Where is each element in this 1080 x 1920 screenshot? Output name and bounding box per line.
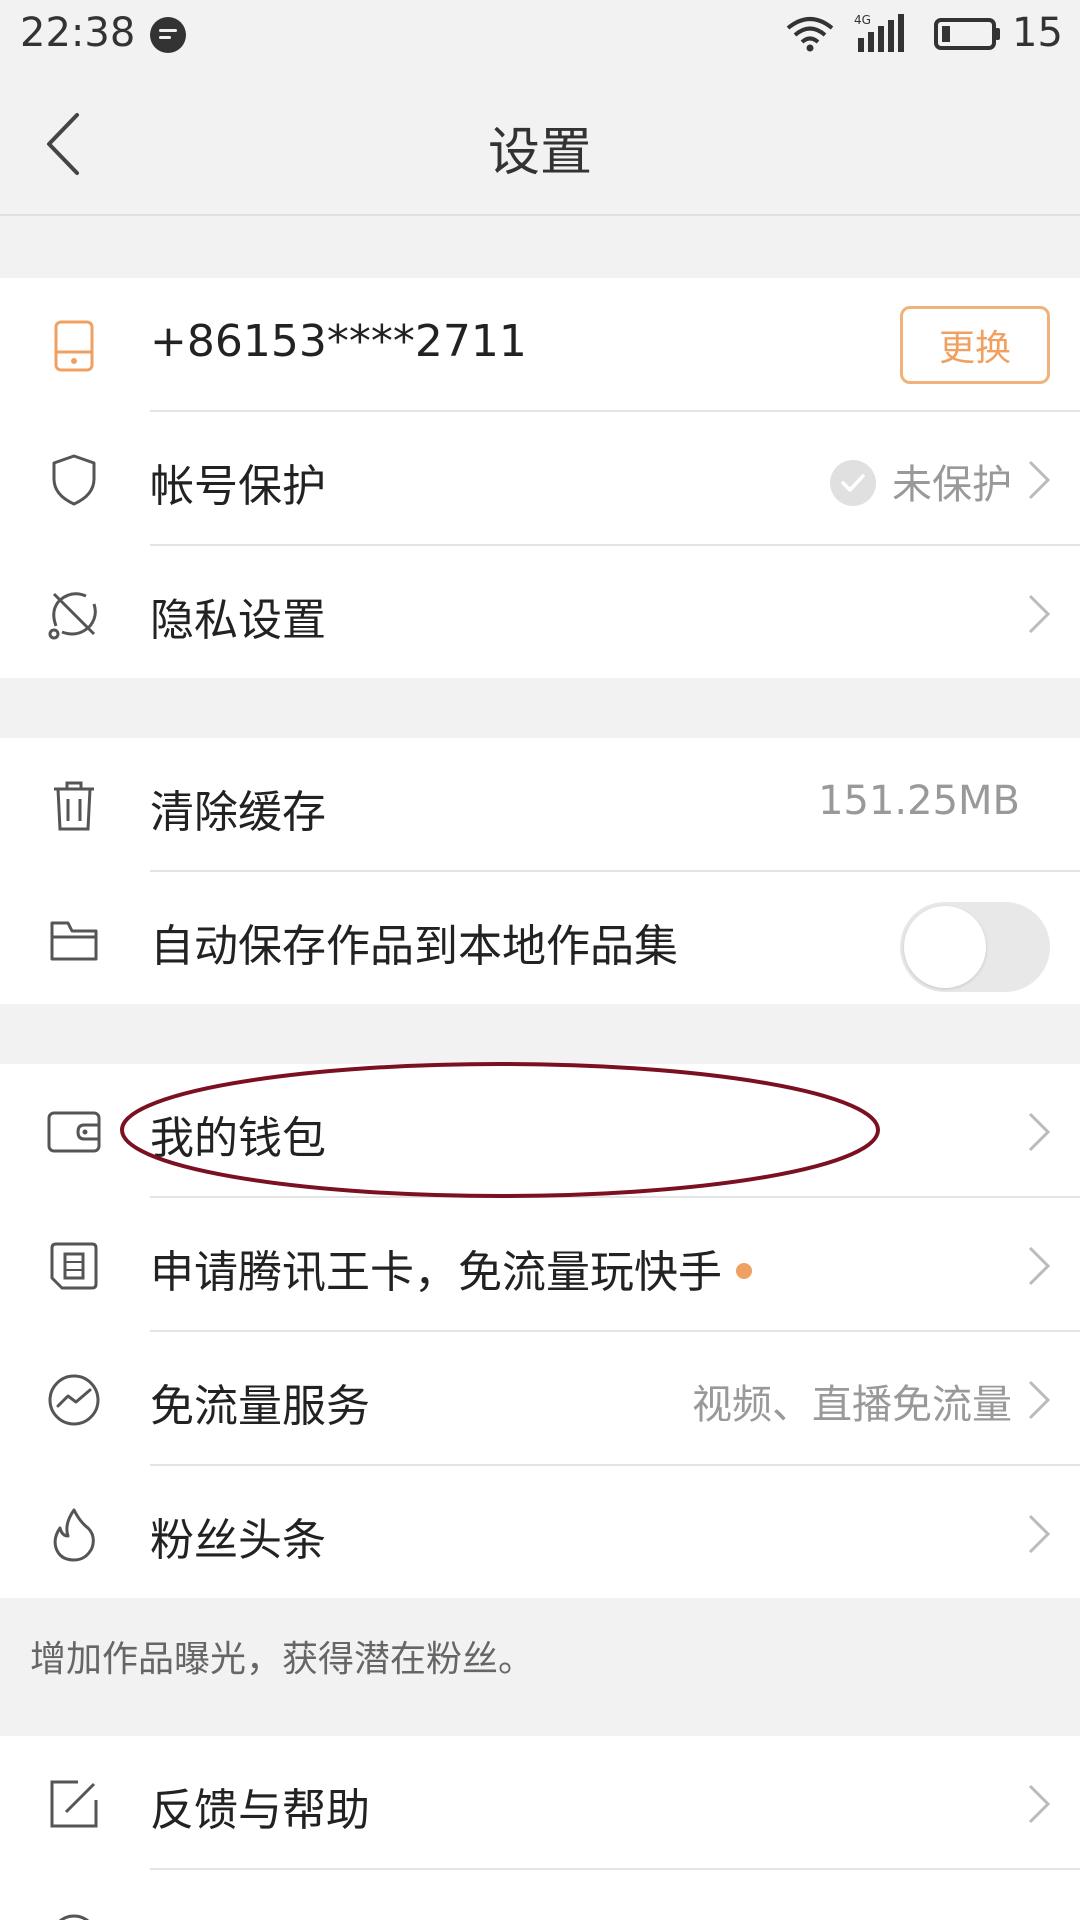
nav-bar: 设置: [0, 72, 1080, 216]
sim-card-icon: [44, 1238, 104, 1294]
tencent-card-label: 申请腾讯王卡，免流量玩快手: [150, 1236, 752, 1300]
page-title: 设置: [487, 123, 592, 183]
free-data-value: 视频、直播免流量: [692, 1382, 1012, 1428]
signal-icon: 4G: [854, 13, 904, 52]
trash-icon: [44, 778, 104, 834]
feedback-row[interactable]: 反馈与帮助: [0, 1736, 1080, 1870]
chevron-right-icon: [1028, 1784, 1051, 1824]
feedback-label: 反馈与帮助: [150, 1785, 370, 1836]
phone-number: +86153****2711: [150, 316, 527, 367]
status-time: 22:38: [20, 10, 136, 56]
auto-save-label: 自动保存作品到本地作品集: [150, 921, 678, 972]
services-section: 我的钱包 申请腾讯王卡，免流量玩快手 免流量服务 视频、直播免流量 粉丝头条: [0, 1064, 1080, 1598]
account-protection-label: 帐号保护: [150, 461, 326, 512]
tencent-card-row[interactable]: 申请腾讯王卡，免流量玩快手: [0, 1198, 1080, 1332]
storage-section: 清除缓存 151.25MB 自动保存作品到本地作品集: [0, 738, 1080, 1004]
chevron-right-icon: [1028, 594, 1051, 634]
edit-icon: [44, 1776, 104, 1832]
chevron-right-icon: [1028, 460, 1051, 500]
chevron-right-icon: [1028, 1112, 1051, 1152]
info-icon: [44, 1910, 104, 1920]
phone-icon: [44, 318, 104, 374]
free-data-icon: [44, 1372, 104, 1428]
privacy-settings-label: 隐私设置: [150, 595, 326, 646]
fans-headline-hint: 增加作品曝光，获得潜在粉丝。: [30, 1639, 535, 1680]
wifi-icon: [786, 17, 834, 52]
protection-status: 未保护: [892, 462, 1012, 508]
chevron-right-icon: [1028, 1380, 1051, 1420]
wallet-icon: [44, 1104, 104, 1160]
phone-row: +86153****2711 更换: [0, 278, 1080, 412]
privacy-icon: [44, 586, 104, 642]
help-section: 反馈与帮助: [0, 1736, 1080, 1920]
folder-icon: [44, 912, 104, 968]
status-bar: 22:38 4G 15: [0, 0, 1080, 72]
privacy-settings-row[interactable]: 隐私设置: [0, 546, 1080, 680]
chevron-right-icon: [1028, 1514, 1051, 1554]
clear-cache-row[interactable]: 清除缓存 151.25MB: [0, 738, 1080, 872]
cache-size: 151.25MB: [818, 778, 1020, 824]
flame-icon: [44, 1506, 104, 1562]
message-icon: [150, 17, 186, 53]
tencent-card-text: 申请腾讯王卡，免流量玩快手: [150, 1247, 722, 1298]
chevron-right-icon: [1028, 1246, 1051, 1286]
battery-level: 15: [1012, 10, 1063, 56]
free-data-label: 免流量服务: [150, 1381, 370, 1432]
clear-cache-label: 清除缓存: [150, 787, 326, 838]
network-type-text: 4G: [854, 13, 871, 27]
account-section: +86153****2711 更换 帐号保护 未保护 隐私设置: [0, 278, 1080, 678]
wallet-row[interactable]: 我的钱包: [0, 1064, 1080, 1198]
battery-icon: [934, 18, 1000, 50]
check-circle-icon: [830, 460, 876, 506]
auto-save-toggle[interactable]: [900, 902, 1050, 992]
change-phone-button[interactable]: 更换: [900, 306, 1050, 384]
account-protection-row[interactable]: 帐号保护 未保护: [0, 412, 1080, 546]
shield-icon: [44, 452, 104, 508]
fans-headline-label: 粉丝头条: [150, 1515, 326, 1566]
wallet-label: 我的钱包: [150, 1113, 326, 1164]
about-row-partial[interactable]: [0, 1870, 1080, 1920]
new-indicator-dot: [736, 1263, 752, 1279]
fans-headline-row[interactable]: 粉丝头条: [0, 1466, 1080, 1600]
toggle-knob: [904, 906, 986, 988]
free-data-row[interactable]: 免流量服务 视频、直播免流量: [0, 1332, 1080, 1466]
auto-save-row: 自动保存作品到本地作品集: [0, 872, 1080, 1006]
